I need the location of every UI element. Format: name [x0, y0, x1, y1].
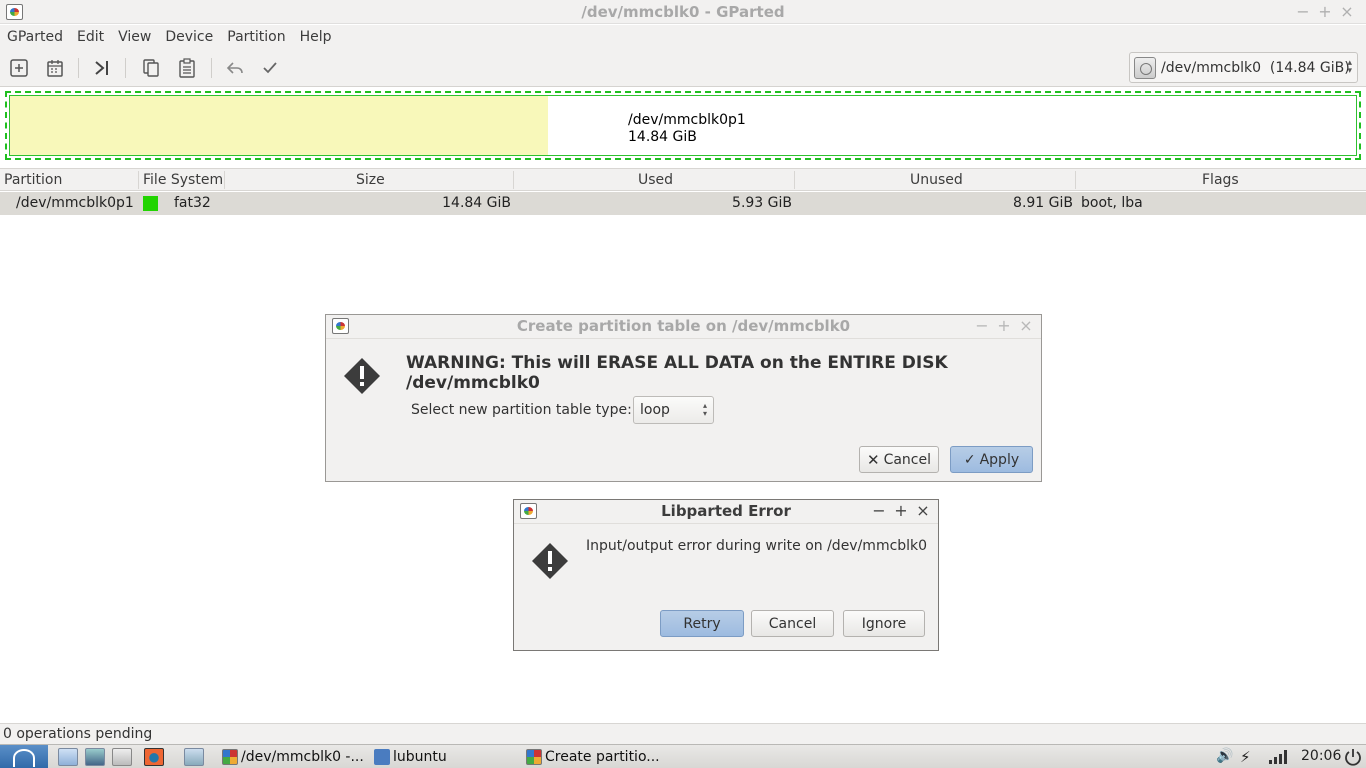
warning-icon — [344, 358, 380, 394]
column-partition[interactable]: Partition — [4, 172, 62, 188]
maximize-button[interactable]: + — [1314, 2, 1336, 21]
undo-icon[interactable] — [224, 57, 246, 79]
apply-icon[interactable] — [259, 57, 281, 79]
desktop-switch-icon[interactable] — [85, 748, 105, 766]
start-menu-icon[interactable] — [0, 745, 48, 768]
minimize-button[interactable]: − — [1292, 2, 1314, 21]
dialog-minimize-button[interactable]: − — [971, 316, 993, 335]
create-dialog-titlebar[interactable]: Create partition table on /dev/mmcblk0 −… — [326, 315, 1041, 339]
error-message: Input/output error during write on /dev/… — [586, 538, 928, 554]
spin-arrows-icon: ▴ ▾ — [1347, 58, 1352, 76]
window-controls: − + × — [1292, 2, 1358, 21]
power-icon[interactable]: ⚡ — [1240, 748, 1251, 766]
warning-icon — [532, 543, 568, 579]
taskbar: /dev/mmcblk0 -... lubuntu Create partiti… — [0, 744, 1366, 768]
dialog-close-button[interactable]: × — [1015, 316, 1037, 335]
resize-move-icon[interactable] — [91, 57, 113, 79]
dialog-close-button[interactable]: × — [912, 501, 934, 520]
device-selector-label: /dev/mmcblk0 (14.84 GiB) — [1161, 59, 1350, 76]
toolbar: /dev/mmcblk0 (14.84 GiB) ▴ ▾ — [0, 49, 1366, 87]
column-used[interactable]: Used — [638, 172, 673, 188]
partition-table-header: Partition File System Size Used Unused F… — [0, 168, 1366, 191]
task-gparted[interactable]: /dev/mmcblk0 -... — [222, 747, 364, 767]
task-create-partition[interactable]: Create partitio... — [526, 747, 660, 767]
table-type-label: Select new partition table type: — [411, 402, 632, 418]
cell-used: 5.93 GiB — [732, 195, 792, 211]
create-partition-table-dialog: Create partition table on /dev/mmcblk0 −… — [325, 314, 1042, 482]
dialog-maximize-button[interactable]: + — [993, 316, 1015, 335]
create-cancel-label: Cancel — [883, 451, 931, 468]
task-gparted-label: /dev/mmcblk0 -... — [241, 749, 364, 765]
statusbar: 0 operations pending — [0, 723, 1366, 744]
window-title: /dev/mmcblk0 - GParted — [581, 3, 785, 21]
menu-partition[interactable]: Partition — [220, 29, 292, 45]
table-row[interactable]: /dev/mmcblk0p1 fat32 14.84 GiB 5.93 GiB … — [0, 192, 1366, 215]
partition-graphic-name: /dev/mmcblk0p1 — [628, 112, 746, 128]
cell-flags: boot, lba — [1081, 195, 1143, 211]
harddisk-icon — [1134, 56, 1156, 79]
table-type-value: loop — [640, 402, 670, 418]
error-cancel-button[interactable]: Cancel — [751, 610, 834, 637]
dialog-maximize-button[interactable]: + — [890, 501, 912, 520]
gparted-task-icon — [526, 749, 542, 765]
folder-icon — [374, 749, 390, 765]
apply-button[interactable]: ✓ Apply — [950, 446, 1033, 473]
firefox-launcher-icon[interactable] — [144, 748, 164, 766]
column-unused[interactable]: Unused — [910, 172, 963, 188]
menu-edit[interactable]: Edit — [70, 29, 111, 45]
table-type-select[interactable]: loop ▴ ▾ — [633, 396, 714, 424]
close-x-icon: ✕ — [866, 450, 880, 469]
create-cancel-button[interactable]: ✕ Cancel — [859, 446, 939, 473]
error-dialog-titlebar[interactable]: Libparted Error − + × — [514, 500, 938, 524]
checkmark-icon: ✓ — [963, 451, 976, 468]
task-lubuntu[interactable]: lubuntu — [374, 747, 447, 767]
volume-icon[interactable]: 🔊 — [1216, 748, 1233, 764]
partition-used-bar — [10, 96, 549, 155]
gparted-task-icon — [222, 749, 238, 765]
retry-button[interactable]: Retry — [660, 610, 744, 637]
paste-icon[interactable] — [176, 57, 198, 79]
task-create-partition-label: Create partitio... — [545, 749, 660, 765]
column-filesystem[interactable]: File System — [143, 172, 223, 188]
clock[interactable]: 20:06 — [1301, 748, 1341, 764]
file-manager-launcher-icon[interactable] — [58, 748, 78, 766]
partition-graphic[interactable]: /dev/mmcblk0p1 14.84 GiB — [9, 95, 1357, 156]
task-lubuntu-label: lubuntu — [393, 749, 447, 765]
disk-graphic[interactable]: /dev/mmcblk0p1 14.84 GiB — [5, 91, 1361, 160]
create-dialog-title: Create partition table on /dev/mmcblk0 — [516, 317, 851, 335]
column-flags[interactable]: Flags — [1202, 172, 1239, 188]
close-button[interactable]: × — [1336, 2, 1358, 21]
menu-gparted[interactable]: GParted — [0, 29, 70, 45]
spin-arrows-icon: ▴ ▾ — [702, 401, 707, 418]
cell-partition: /dev/mmcblk0p1 — [16, 195, 134, 211]
new-partition-icon[interactable] — [8, 57, 30, 79]
cell-unused: 8.91 GiB — [1013, 195, 1073, 211]
operations-pending-text: 0 operations pending — [3, 726, 153, 742]
copy-icon[interactable] — [140, 57, 162, 79]
screenshot-launcher-icon[interactable] — [184, 748, 204, 766]
libparted-error-dialog: Libparted Error − + × Input/output error… — [513, 499, 939, 651]
ignore-button[interactable]: Ignore — [843, 610, 925, 637]
menubar: GParted Edit View Device Partition Help — [0, 25, 1366, 49]
window-launcher-icon[interactable] — [112, 748, 132, 766]
cell-size: 14.84 GiB — [442, 195, 511, 211]
erase-warning-text: WARNING: This will ERASE ALL DATA on the… — [406, 353, 948, 393]
menu-view[interactable]: View — [111, 29, 158, 45]
menu-device[interactable]: Device — [158, 29, 220, 45]
cell-filesystem: fat32 — [174, 195, 211, 211]
filesystem-color-swatch — [143, 196, 158, 211]
delete-partition-icon[interactable] — [44, 57, 66, 79]
menu-help[interactable]: Help — [293, 29, 339, 45]
network-signal-icon[interactable] — [1268, 749, 1288, 765]
shutdown-icon[interactable] — [1344, 748, 1362, 766]
partition-graphic-size: 14.84 GiB — [628, 129, 697, 145]
apply-label: Apply — [979, 451, 1020, 468]
column-size[interactable]: Size — [356, 172, 385, 188]
window-titlebar[interactable]: /dev/mmcblk0 - GParted − + × — [0, 0, 1366, 24]
partition-graphic-label: /dev/mmcblk0p1 14.84 GiB — [628, 112, 746, 146]
dialog-minimize-button[interactable]: − — [868, 501, 890, 520]
device-selector[interactable]: /dev/mmcblk0 (14.84 GiB) ▴ ▾ — [1129, 52, 1358, 83]
